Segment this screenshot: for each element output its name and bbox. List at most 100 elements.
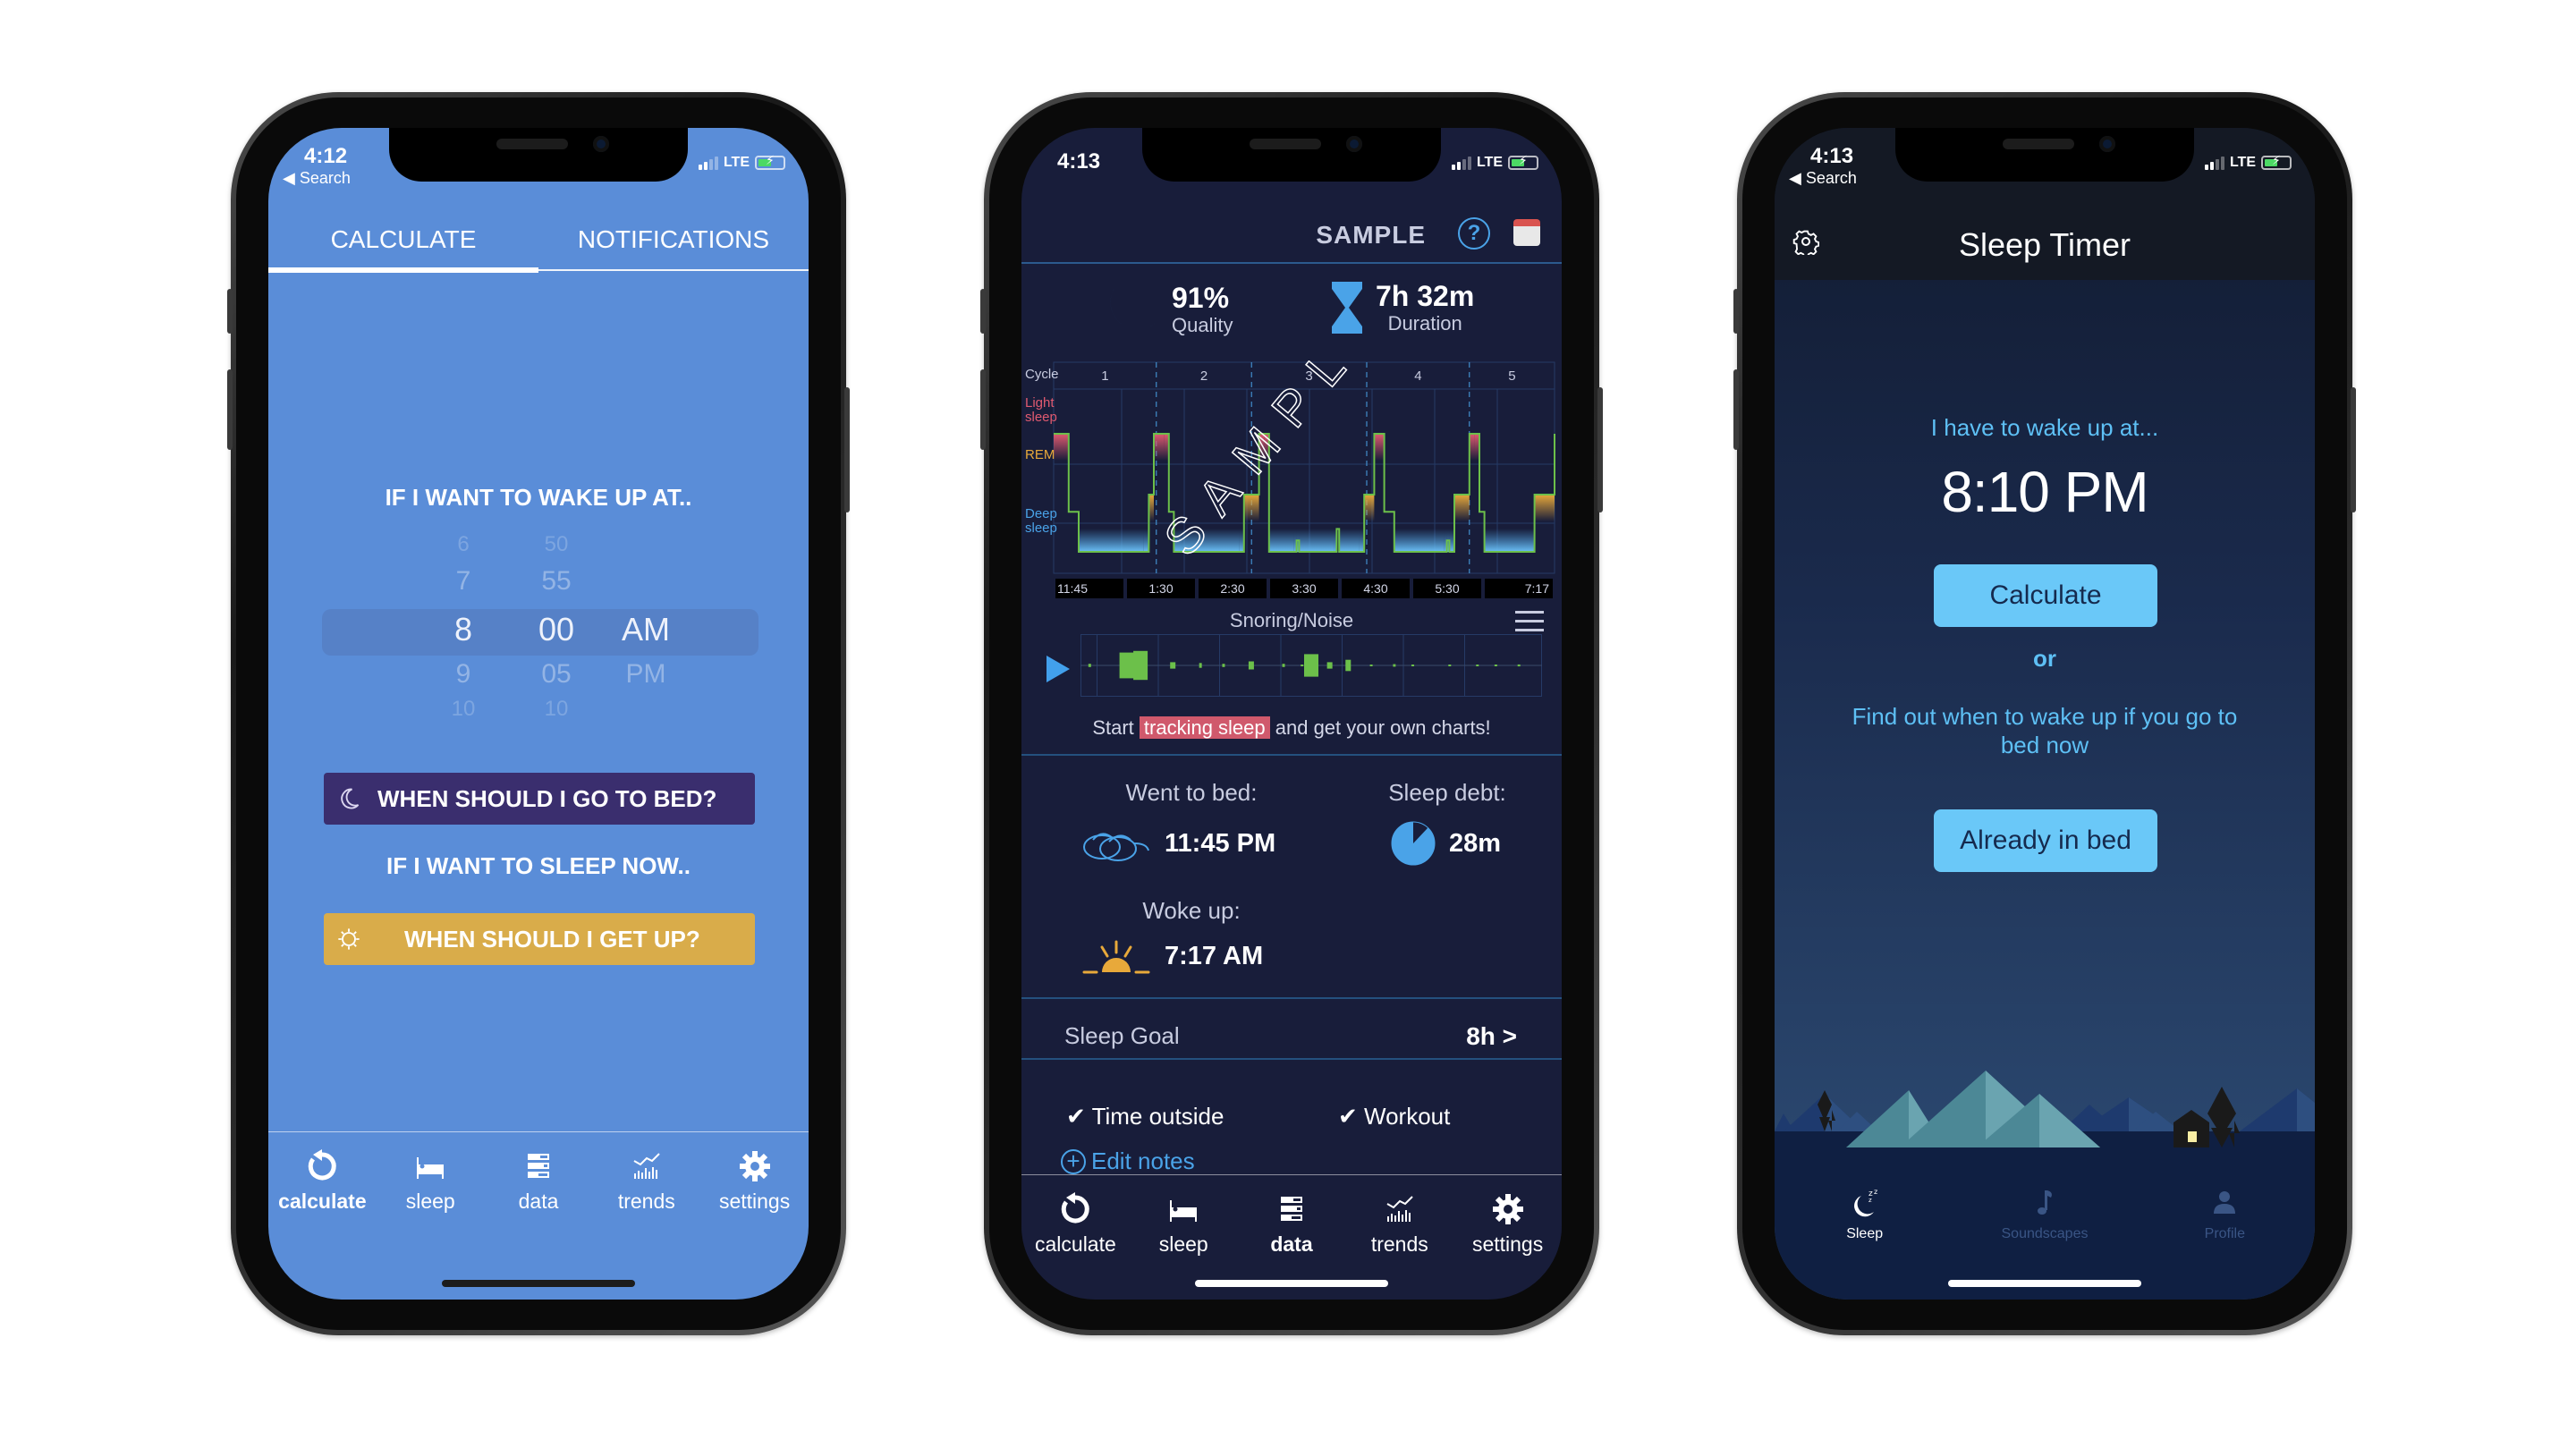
picker-minute[interactable]: 05 <box>521 659 592 690</box>
tab-profile[interactable]: Profile <box>2135 1169 2315 1300</box>
calendar-icon[interactable] <box>1513 219 1540 246</box>
signal-icon <box>2204 156 2224 170</box>
noise-event <box>1248 661 1254 670</box>
tab-label: settings <box>1471 1232 1544 1256</box>
time-tick-label: 7:17 <box>1525 581 1549 596</box>
signal-icon <box>1451 156 1471 170</box>
tab-sleep[interactable]: zzz Sleep <box>1775 1169 1954 1300</box>
when-go-to-bed-button[interactable]: WHEN SHOULD I GO TO BED? <box>324 773 755 825</box>
volume-up-button <box>980 369 986 450</box>
tab-label: calculate <box>1035 1232 1116 1256</box>
battery-icon <box>1508 153 1538 170</box>
menu-icon[interactable] <box>1515 611 1544 634</box>
deep-sleep-fill <box>1268 529 1294 552</box>
noise-event <box>1222 664 1225 667</box>
tab-notifications[interactable]: NOTIFICATIONS <box>538 208 809 269</box>
battery-icon <box>755 153 785 170</box>
tab-trends[interactable]: trends <box>1345 1175 1453 1273</box>
slippers-icon <box>1083 833 1149 861</box>
home-indicator[interactable] <box>1948 1280 2141 1287</box>
tab-calculate[interactable]: calculate <box>268 1132 377 1230</box>
picker-hour[interactable]: 6 <box>428 532 499 557</box>
back-to-search[interactable]: ◀ Search <box>283 169 351 188</box>
tab-calculate[interactable]: CALCULATE <box>268 208 538 273</box>
noise-event <box>1411 665 1415 666</box>
noise-event <box>1304 654 1318 677</box>
volume-up-button <box>1733 369 1739 450</box>
picker-minute-selected[interactable]: 00 <box>521 611 592 648</box>
edit-notes-button[interactable]: + Edit notes <box>1061 1147 1195 1175</box>
time-tick-label: 2:30 <box>1220 581 1244 596</box>
tab-bar: calculate sleep data trends settings <box>268 1131 809 1230</box>
picker-minute[interactable]: 55 <box>521 566 592 597</box>
picker-minute[interactable]: 10 <box>521 697 592 722</box>
trends-icon <box>633 1153 660 1179</box>
picker-hour[interactable]: 10 <box>428 697 499 722</box>
time-picker[interactable]: 6 7 8 9 10 50 55 00 05 10 AM PM <box>322 521 758 721</box>
noise-event <box>1494 665 1497 666</box>
sunrise-icon <box>1082 940 1150 974</box>
back-to-search[interactable]: ◀ Search <box>1789 169 1857 188</box>
calculate-button[interactable]: Calculate <box>1934 564 2157 627</box>
noise-event <box>1119 652 1134 679</box>
cta-text: Start <box>1092 716 1140 739</box>
svg-text:z: z <box>1868 1197 1872 1204</box>
duration-value: 7h 32m <box>1376 280 1475 312</box>
woke-up-label: Woke up: <box>1142 897 1241 924</box>
deep-sleep-fill <box>1484 529 1530 552</box>
top-tabs: CALCULATE NOTIFICATIONS <box>268 208 809 273</box>
moon-zzz-icon: z zz <box>1853 1188 1877 1217</box>
picker-hour[interactable]: 9 <box>428 659 499 690</box>
tab-label: data <box>518 1190 559 1213</box>
status-time: 4:13 <box>1810 144 1854 168</box>
button-label: WHEN SHOULD I GO TO BED? <box>377 784 717 812</box>
cycle-number: 1 <box>1101 368 1108 384</box>
tab-calculate[interactable]: calculate <box>1021 1175 1130 1273</box>
play-icon[interactable] <box>1046 656 1070 682</box>
note-workout: ✔ Workout <box>1338 1103 1450 1130</box>
tab-trends[interactable]: trends <box>592 1132 700 1230</box>
picker-hour[interactable]: 7 <box>428 566 499 597</box>
noise-event <box>1517 664 1521 667</box>
rem-fill <box>1454 495 1470 521</box>
went-to-bed-label: Went to bed: <box>1125 779 1258 806</box>
tab-label: Sleep <box>1846 1226 1884 1241</box>
already-in-bed-button[interactable]: Already in bed <box>1934 809 2157 872</box>
page-title: Sleep Timer <box>1958 226 2131 263</box>
tab-label: Profile <box>2204 1226 2245 1241</box>
stage-label: sleep <box>1025 521 1057 536</box>
wake-time-value[interactable]: 8:10 PM <box>1775 459 2315 525</box>
quality-label: Quality <box>1172 314 1233 336</box>
tracking-sleep-link[interactable]: tracking sleep <box>1139 716 1270 739</box>
bed-icon <box>417 1157 445 1179</box>
tab-sleep[interactable]: sleep <box>377 1132 485 1230</box>
screen: 4:12 ◀ Search LTE CALCULATE NOTIFICATION… <box>268 128 809 1300</box>
header: SAMPLE ? <box>1021 208 1562 264</box>
note-label: Time outside <box>1091 1103 1224 1130</box>
cabin <box>2174 1110 2209 1147</box>
tab-data[interactable]: data <box>1238 1175 1346 1273</box>
picker-period-option[interactable]: PM <box>610 659 682 690</box>
picker-minute[interactable]: 50 <box>521 532 592 557</box>
sleep-goal-value: 8h > <box>1466 1022 1517 1050</box>
cycle-number: 4 <box>1414 368 1421 384</box>
quality-stat: 91% Quality <box>1102 280 1233 339</box>
home-indicator[interactable] <box>442 1280 635 1287</box>
noise-event <box>1448 665 1452 666</box>
picker-period-selected[interactable]: AM <box>610 611 682 648</box>
when-get-up-button[interactable]: WHEN SHOULD I GET UP? <box>324 913 755 965</box>
stage-label: sleep <box>1025 410 1057 425</box>
noise-event <box>1393 664 1396 667</box>
snoring-chart[interactable] <box>1080 634 1542 697</box>
tab-settings[interactable]: settings <box>1453 1175 1562 1273</box>
noise-event <box>1326 662 1333 669</box>
tab-sleep[interactable]: sleep <box>1130 1175 1238 1273</box>
sleep-cycle-chart[interactable]: Cycle 1 2 3 4 5LightsleepREMDeepsleep11:45 1:3… <box>1021 360 1562 602</box>
tab-settings[interactable]: settings <box>700 1132 809 1230</box>
duration-label: Duration <box>1387 312 1462 334</box>
picker-hour-selected[interactable]: 8 <box>428 611 499 648</box>
help-icon[interactable]: ? <box>1458 217 1490 250</box>
tab-data[interactable]: data <box>485 1132 593 1230</box>
home-indicator[interactable] <box>1195 1280 1388 1287</box>
refresh-icon <box>1062 1192 1090 1224</box>
